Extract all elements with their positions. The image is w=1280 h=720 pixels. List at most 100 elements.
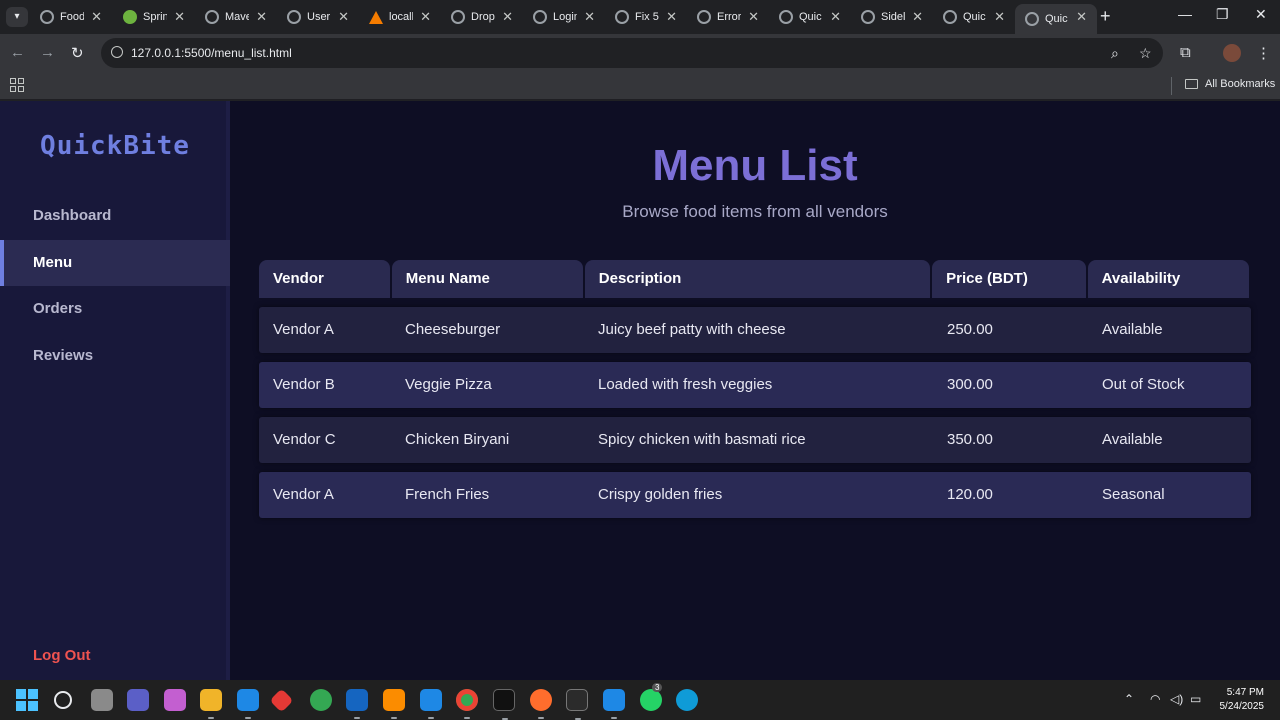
tab-food[interactable]: Food ✕ [30, 4, 112, 30]
tab-quick-2[interactable]: Quic ✕ [933, 4, 1015, 30]
tab-sidebar[interactable]: Sidel ✕ [851, 4, 933, 30]
site-info-icon[interactable] [111, 46, 123, 58]
cell-menu-name: Cheeseburger [405, 321, 501, 338]
cell-price: 250.00 [947, 321, 993, 338]
cell-description: Crispy golden fries [598, 486, 723, 503]
edge-icon[interactable] [676, 689, 698, 711]
cell-vendor: Vendor B [273, 376, 335, 393]
intellij-icon[interactable] [493, 689, 515, 720]
extensions-icon[interactable]: ⧉ [1180, 44, 1191, 61]
back-icon[interactable]: ← [10, 44, 25, 61]
xampp-control-icon[interactable] [346, 689, 368, 719]
tab-login[interactable]: Login ✕ [523, 4, 605, 30]
tab-fix[interactable]: Fix 5(✕ [605, 4, 687, 30]
close-icon[interactable]: ✕ [174, 9, 185, 25]
search-icon[interactable] [54, 691, 72, 709]
all-bookmarks-button[interactable]: All Bookmarks [1185, 78, 1275, 90]
restore-icon[interactable]: ❐ [1216, 6, 1229, 23]
url-text[interactable]: 127.0.0.1:5500/menu_list.html [131, 46, 292, 60]
vscode-icon[interactable] [603, 689, 625, 719]
chrome-active-icon[interactable] [456, 689, 478, 719]
globe-icon [697, 10, 711, 24]
menu-kebab-icon[interactable]: ⋮ [1256, 44, 1271, 62]
cell-menu-name: Chicken Biryani [405, 431, 510, 448]
tab-maven[interactable]: Mave ✕ [195, 4, 277, 30]
mysql-workbench-icon[interactable] [237, 689, 259, 719]
close-icon[interactable]: ✕ [91, 9, 102, 25]
terminal-icon[interactable] [566, 689, 588, 720]
profile-avatar[interactable] [1223, 44, 1241, 62]
whatsapp-icon[interactable]: 3 [640, 683, 663, 711]
reload-icon[interactable]: ↻ [71, 44, 84, 62]
cell-vendor: Vendor C [273, 431, 336, 448]
globe-icon [40, 10, 54, 24]
tab-quick-active[interactable]: Quic ✕ [1015, 4, 1097, 34]
taskbar: 3 ⌃ ◠ ◁) ▭ 5:47 PM 5/24/2025 [0, 680, 1280, 720]
bookmark-star-icon[interactable]: ☆ [1139, 45, 1152, 62]
file-explorer-icon[interactable] [200, 689, 222, 719]
sidebar-item-dashboard[interactable]: Dashboard [0, 193, 230, 239]
tab-search-icon[interactable]: ▾ [6, 7, 28, 27]
close-icon[interactable]: ✕ [748, 9, 759, 25]
close-icon[interactable]: ✕ [338, 9, 349, 25]
close-icon[interactable]: ✕ [584, 9, 595, 25]
close-icon[interactable]: ✕ [994, 9, 1005, 25]
tab-drop[interactable]: Drop ✕ [441, 4, 523, 30]
sidebar-item-menu[interactable]: Menu [0, 240, 230, 286]
teams-icon[interactable] [127, 689, 149, 711]
apps-grid-icon[interactable] [10, 78, 24, 92]
close-icon[interactable]: ✕ [420, 9, 431, 25]
chrome-icon[interactable] [310, 689, 332, 711]
wifi-icon[interactable]: ◠ [1150, 692, 1160, 706]
spring-icon [123, 10, 137, 24]
cell-availability: Seasonal [1102, 486, 1165, 503]
column-header-description: Description [584, 260, 931, 298]
table-header: Vendor Menu Name Description Price (BDT)… [259, 260, 1251, 298]
close-icon[interactable]: ✕ [502, 9, 513, 25]
tab-quick-1[interactable]: Quic ✕ [769, 4, 851, 30]
globe-icon [1025, 12, 1039, 26]
close-icon[interactable]: ✕ [1076, 9, 1087, 25]
close-icon[interactable]: ✕ [912, 9, 923, 25]
close-icon[interactable]: ✕ [256, 9, 267, 25]
table-row: Vendor C Chicken Biryani Spicy chicken w… [259, 417, 1251, 463]
forward-icon[interactable]: → [40, 44, 55, 61]
system-clock[interactable]: 5:47 PM 5/24/2025 [1210, 686, 1265, 714]
chevron-up-icon[interactable]: ⌃ [1124, 692, 1134, 706]
column-header-availability: Availability [1087, 260, 1249, 298]
table-row: Vendor A French Fries Crispy golden frie… [259, 472, 1251, 518]
minimize-icon[interactable]: — [1178, 6, 1192, 22]
sidebar-item-orders[interactable]: Orders [0, 286, 230, 332]
task-view-icon[interactable] [91, 689, 113, 711]
window-close-icon[interactable]: ✕ [1255, 6, 1267, 23]
clock-date: 5/24/2025 [1219, 701, 1265, 712]
git-icon[interactable] [269, 688, 294, 713]
sidebar-item-reviews[interactable]: Reviews [0, 333, 230, 379]
tab-spring[interactable]: Sprin ✕ [113, 4, 195, 30]
globe-icon [943, 10, 957, 24]
new-tab-icon[interactable]: + [1100, 6, 1111, 27]
windows-start-icon[interactable] [16, 689, 38, 711]
brand-logo[interactable]: QuickBite [0, 131, 230, 161]
photos-icon[interactable] [420, 689, 442, 719]
cell-vendor: Vendor A [273, 486, 334, 503]
cell-price: 120.00 [947, 486, 993, 503]
tab-localhost[interactable]: locall ✕ [359, 4, 441, 30]
clock-time: 5:47 PM [1226, 687, 1264, 698]
browser-toolbar: ← → ↻ 127.0.0.1:5500/menu_list.html ⌕ ☆ … [0, 34, 1280, 72]
volume-icon[interactable]: ◁) [1170, 692, 1183, 706]
close-icon[interactable]: ✕ [666, 9, 677, 25]
divider [1171, 77, 1172, 95]
zoom-icon[interactable]: ⌕ [1111, 45, 1119, 62]
tab-error[interactable]: Error ✕ [687, 4, 769, 30]
apache-icon[interactable] [383, 689, 405, 719]
close-icon[interactable]: ✕ [830, 9, 841, 25]
copilot-icon[interactable] [164, 689, 186, 711]
logout-link[interactable]: Log Out [33, 647, 90, 664]
tab-user[interactable]: User ✕ [277, 4, 359, 30]
cell-price: 350.00 [947, 431, 993, 448]
address-bar[interactable]: 127.0.0.1:5500/menu_list.html ⌕ ☆ [101, 38, 1163, 68]
battery-icon[interactable]: ▭ [1190, 692, 1201, 706]
postman-icon[interactable] [530, 689, 552, 719]
sidebar: QuickBite Dashboard Menu Orders Reviews … [0, 101, 230, 680]
